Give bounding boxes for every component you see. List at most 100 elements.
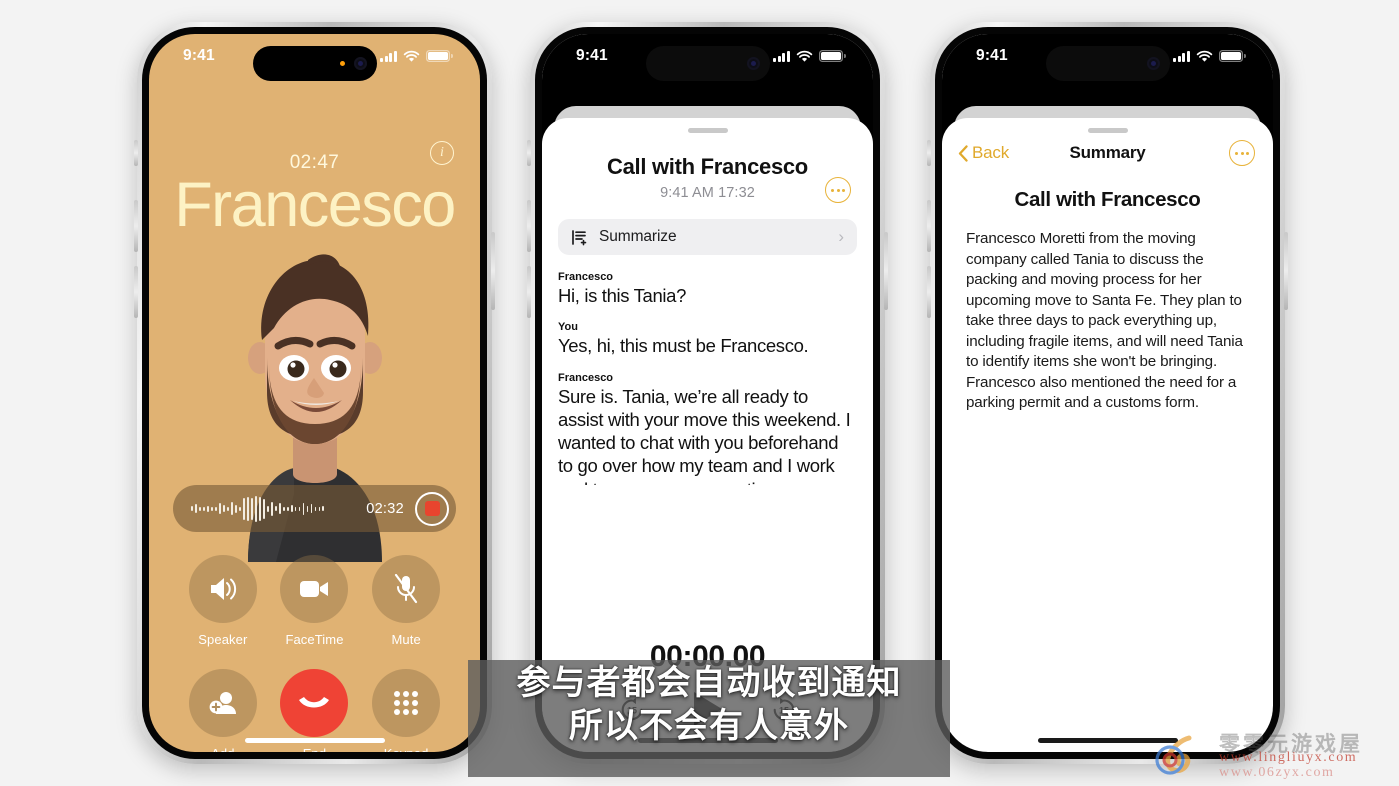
summary-nav-title: Summary	[1069, 143, 1146, 162]
end-call-icon	[280, 669, 349, 737]
transcript-sheet: Call with Francesco 9:41 AM 17:32 Summar…	[542, 118, 873, 752]
watermark-logo-icon	[1155, 735, 1192, 775]
cellular-bars-icon	[773, 50, 790, 62]
mute-label: Mute	[391, 632, 421, 647]
transcript-text: Yes, hi, this must be Francesco.	[558, 335, 809, 357]
transcript-entry: Francesco Hi, is this Tania?	[558, 271, 857, 307]
transcript-list[interactable]: Francesco Hi, is this Tania? You Yes, hi…	[558, 271, 857, 485]
volume-down-button[interactable]	[134, 266, 138, 318]
battery-icon	[1219, 50, 1246, 62]
subtitle-line-1: 参与者都会自动收到通知	[516, 664, 902, 702]
status-right-cluster	[773, 50, 846, 63]
summary-sheet: Back Summary Call with Francesco Frances…	[942, 118, 1273, 752]
summarize-label: Summarize	[599, 228, 677, 245]
recording-pill[interactable]: 02:32	[173, 485, 456, 532]
phone-2-transcript: 9:41 Call with Francesco 9:41 AM 17:32 S…	[527, 22, 888, 764]
summary-title: Call with Francesco	[1014, 188, 1201, 211]
front-camera-icon	[353, 57, 367, 70]
site-watermark: 零零元游戏屋 www.lingliuyx.com www.06zyx.com	[1141, 728, 1391, 780]
status-right-cluster	[380, 50, 453, 63]
stop-recording-button[interactable]	[415, 491, 449, 526]
volume-up-button[interactable]	[927, 200, 931, 252]
transcript-subtitle: 9:41 AM 17:32	[660, 185, 755, 201]
phone-2-screen: 9:41 Call with Francesco 9:41 AM 17:32 S…	[542, 34, 873, 752]
waveform-icon	[191, 495, 360, 522]
transcript-text: Hi, is this Tania?	[558, 285, 687, 306]
power-button[interactable]	[1284, 232, 1288, 310]
facetime-button[interactable]: FaceTime	[269, 555, 361, 647]
phone-1-screen: 9:41 i 02:47 Francesco 02:32 Speaker Fac…	[149, 34, 480, 752]
watermark-url-primary: www.lingliuyx.com	[1219, 750, 1358, 765]
status-right-cluster	[1173, 50, 1246, 63]
dynamic-island	[252, 46, 377, 81]
chevron-right-icon: ›	[838, 227, 844, 246]
phone-3-screen: 9:41 Back Summary Call with Francesco Fr…	[942, 34, 1273, 752]
battery-icon	[819, 50, 846, 62]
microphone-muted-icon	[372, 555, 441, 623]
wifi-icon	[403, 50, 420, 62]
speaker-button[interactable]: Speaker	[177, 555, 269, 647]
speaker-icon	[188, 555, 257, 623]
home-indicator[interactable]	[244, 738, 385, 743]
front-camera-icon	[1146, 57, 1160, 70]
summary-body: Francesco Moretti from the moving compan…	[966, 230, 1243, 412]
sheet-grabber[interactable]	[687, 128, 728, 133]
subtitle-overlay: 参与者都会自动收到通知 所以不会有人意外	[468, 662, 950, 748]
dynamic-island	[645, 46, 770, 81]
transcript-speaker: You	[558, 321, 578, 334]
mute-button[interactable]: Mute	[360, 555, 452, 647]
recording-elapsed: 02:32	[366, 500, 404, 517]
power-button[interactable]	[884, 232, 888, 310]
volume-up-button[interactable]	[134, 200, 138, 252]
silence-switch[interactable]	[134, 140, 138, 166]
summarize-doc-icon	[572, 229, 587, 245]
transcript-text: Sure is. Tania, we’re all ready to assis…	[558, 385, 851, 485]
wifi-icon	[1196, 50, 1213, 62]
watermark-url-secondary: www.06zyx.com	[1219, 765, 1335, 780]
phone-1-incall: 9:41 i 02:47 Francesco 02:32 Speaker Fac…	[134, 22, 495, 764]
add-person-icon	[188, 669, 257, 737]
caller-name: Francesco	[174, 170, 456, 240]
silence-switch[interactable]	[927, 140, 931, 166]
subtitle-line-2: 所以不会有人意外	[569, 707, 849, 746]
cellular-bars-icon	[380, 50, 397, 62]
call-info-icon[interactable]: i	[430, 141, 454, 165]
phone-3-summary: 9:41 Back Summary Call with Francesco Fr…	[927, 22, 1288, 764]
status-time: 9:41	[976, 47, 1008, 64]
wifi-icon	[796, 50, 813, 62]
back-label: Back	[972, 143, 1009, 162]
add-label: Add	[211, 746, 234, 752]
mic-indicator-icon	[339, 61, 345, 66]
transcript-entry: You Yes, hi, this must be Francesco.	[558, 321, 857, 357]
summarize-row[interactable]: Summarize ›	[558, 219, 857, 255]
facetime-label: FaceTime	[285, 632, 344, 647]
keypad-label: Keypad	[384, 746, 429, 752]
front-camera-icon	[746, 57, 760, 70]
transcript-title: Call with Francesco	[607, 154, 808, 179]
chevron-left-icon	[958, 144, 968, 162]
back-button[interactable]: Back	[958, 143, 1009, 163]
summary-more-button[interactable]	[1229, 140, 1255, 166]
silence-switch[interactable]	[527, 140, 531, 166]
status-time: 9:41	[183, 47, 215, 64]
transcript-more-button[interactable]	[825, 177, 851, 203]
end-label: End	[303, 746, 326, 752]
volume-up-button[interactable]	[527, 200, 531, 252]
summary-navbar: Back Summary	[942, 130, 1273, 176]
volume-down-button[interactable]	[527, 266, 531, 318]
call-controls-grid: Speaker FaceTime Mute	[149, 555, 480, 752]
transcript-entry: Francesco Sure is. Tania, we’re all read…	[558, 372, 857, 485]
phone-2-bezel: 9:41 Call with Francesco 9:41 AM 17:32 S…	[535, 27, 880, 759]
phone-1-bezel: 9:41 i 02:47 Francesco 02:32 Speaker Fac…	[142, 27, 487, 759]
video-camera-icon	[280, 555, 349, 623]
volume-down-button[interactable]	[927, 266, 931, 318]
transcript-speaker: Francesco	[558, 371, 614, 384]
screenshot-stage: 9:41 i 02:47 Francesco 02:32 Speaker Fac…	[0, 0, 1399, 786]
dynamic-island	[1045, 46, 1170, 81]
keypad-icon	[372, 669, 441, 737]
transcript-speaker: Francesco	[558, 271, 614, 283]
cellular-bars-icon	[1173, 50, 1190, 62]
battery-icon	[426, 50, 453, 62]
power-button[interactable]	[491, 232, 495, 310]
status-time: 9:41	[576, 47, 608, 64]
